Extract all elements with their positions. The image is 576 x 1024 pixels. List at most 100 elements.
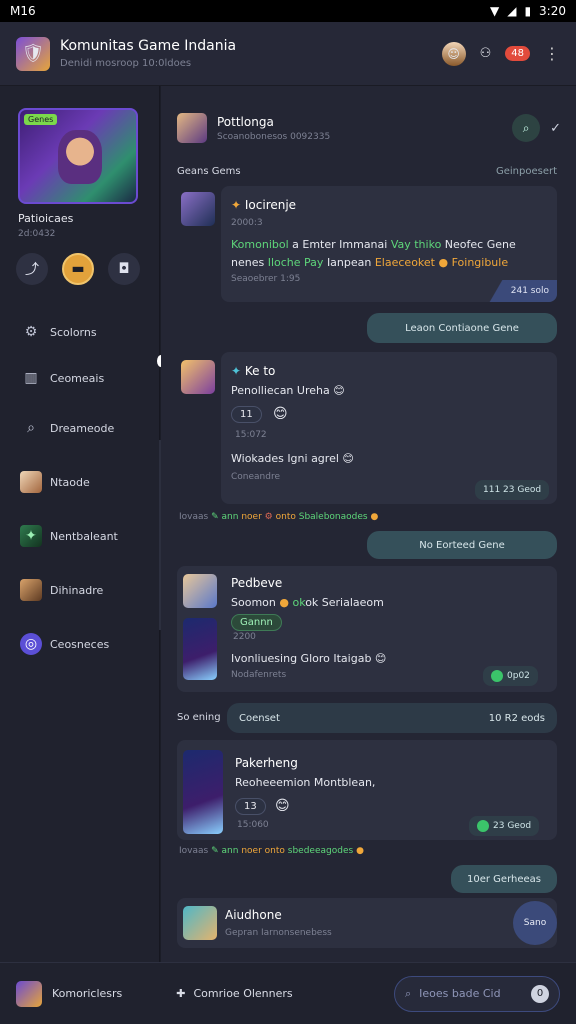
- search-icon[interactable]: ⌕: [512, 114, 541, 142]
- message-time: 2200: [233, 632, 256, 642]
- search-icon: ⌕: [405, 986, 412, 1000]
- message-line: Wiokades Igni agrel 😊: [231, 452, 354, 465]
- join-button[interactable]: Leaon Contiaone Gene: [367, 313, 557, 343]
- settings-icon: ⚙: [24, 324, 38, 340]
- signal-icon: ◢: [507, 4, 517, 18]
- message-avatar[interactable]: [183, 906, 217, 940]
- message-meta: 0p02: [483, 666, 538, 686]
- section-title: Geans Gems: [177, 166, 241, 177]
- channel-pill: Coenset: [239, 712, 280, 724]
- join-button[interactable]: 10er Gerheeas: [451, 865, 557, 893]
- message-line: nenes Iloche Pay Ianpean Elaeceoket ● Fo…: [231, 256, 509, 269]
- reaction-chip[interactable]: 13: [235, 798, 266, 815]
- section-link[interactable]: Geinpoesert: [496, 166, 557, 177]
- status-icons: ▼ ◢ ▮ 3:20: [490, 4, 566, 18]
- attached-image[interactable]: [183, 750, 223, 834]
- search-placeholder: Ieoes bade Cid: [419, 987, 501, 1000]
- message-card: Pakerheng Reoheeemion Montblean, 13 😊 15…: [177, 740, 557, 840]
- message-author: Pakerheng: [235, 756, 298, 770]
- message-card: Aiudhone Gepran Iarnonsenebess: [177, 898, 557, 948]
- message-line: Reoheeemion Montblean,: [235, 776, 376, 789]
- join-button[interactable]: No Eorteed Gene: [367, 531, 557, 559]
- sidebar-item-label: Ntaode: [50, 475, 90, 489]
- chat-panel: Pottlonga Scoanobonesos 0092335 ⌕ ✓ Gean…: [161, 86, 576, 962]
- bottom-mid-button[interactable]: ✚ Comrioe Olenners: [176, 987, 292, 1000]
- app-subtitle: Denidi mosroop 10:0ldoes: [60, 58, 192, 69]
- tag-chip[interactable]: Gannn: [231, 614, 282, 631]
- chat-avatar[interactable]: [177, 113, 207, 143]
- notification-badge[interactable]: 48: [505, 46, 530, 61]
- message-footer: Seaoebrer 1:95: [231, 274, 301, 284]
- attached-image[interactable]: [183, 618, 217, 680]
- status-bar: M16 ▼ ◢ ▮ 3:20: [0, 0, 576, 22]
- sidebar-item-label: Ceosneces: [50, 637, 110, 651]
- floating-action-button[interactable]: Sano: [513, 901, 557, 945]
- game-controller-icon: ✚: [176, 987, 186, 1000]
- sidebar-item-label: Dihinadre: [50, 583, 104, 597]
- channel-bar[interactable]: Coenset 10 R2 eods: [227, 703, 557, 733]
- message-author: Pedbeve: [231, 576, 283, 590]
- sidebar: Genes Patioicaes 2d:0432 ⤴ ▬ ◘ ⚙ Scolorns…: [0, 86, 160, 962]
- status-left: M16: [10, 4, 36, 18]
- app-bar: 🛡 Komunitas Game Indania Denidi mosroop …: [0, 22, 576, 86]
- message-time: 2000:3: [231, 218, 263, 228]
- search-icon: ⌕: [27, 420, 35, 436]
- system-line: Iovaas ✎ ann noer onto sbedeeagodes ●: [179, 846, 364, 856]
- sidebar-item-label: Nentbaleant: [50, 529, 118, 543]
- bottom-label[interactable]: Komoriclesrs: [52, 987, 122, 1000]
- bottom-bar: Komoriclesrs ✚ Comrioe Olenners ⌕ Ieoes …: [0, 962, 576, 1024]
- message-time: 15:072: [235, 430, 267, 440]
- bookmark-button[interactable]: ◘: [108, 253, 140, 285]
- community-hero-image[interactable]: Genes: [18, 108, 138, 204]
- sidebar-item-1[interactable]: ▥ Ceomeais: [0, 355, 159, 401]
- message-card: ✦ Ke to Penolliecan Ureha 😊 11 😊 15:072 …: [221, 352, 557, 504]
- status-dot-icon: [477, 820, 489, 832]
- community-sub: 2d:0432: [18, 229, 56, 239]
- hero-tag: Genes: [24, 114, 58, 125]
- collapse-icon[interactable]: ✓: [550, 121, 561, 136]
- sidebar-item-0[interactable]: ⚙ Scolorns: [0, 309, 159, 355]
- message-meta: 23 Geod: [469, 816, 540, 836]
- community-logo[interactable]: [16, 980, 42, 1007]
- smile-emoji-icon[interactable]: 😊: [273, 406, 288, 422]
- chat-button[interactable]: ▬: [62, 253, 94, 285]
- sidebar-nav: ⚙ Scolorns ▥ Ceomeais ⌕ Dreameode Ntaode ✦ N…: [0, 309, 159, 671]
- sidebar-item-4[interactable]: ✦ Nentbaleant: [0, 509, 159, 563]
- app-title: Komunitas Game Indania: [60, 38, 237, 54]
- sidebar-item-3[interactable]: Ntaode: [0, 455, 159, 509]
- message-line: Penolliecan Ureha 😊: [231, 384, 345, 397]
- search-bar[interactable]: ⌕ Ieoes bade Cid 0: [394, 975, 560, 1012]
- status-time: 3:20: [539, 4, 566, 18]
- system-line: Iovaas ✎ ann noer ⚙ onto Sbalebonaodes ●: [179, 512, 379, 522]
- profile-avatar[interactable]: ☺: [441, 41, 466, 66]
- hero-character: [58, 130, 102, 184]
- message-corner-tag: 241 solo: [485, 280, 557, 302]
- message-avatar[interactable]: [183, 574, 217, 608]
- share-button[interactable]: ⤴: [16, 253, 48, 285]
- avatar-image: [20, 471, 42, 493]
- app-logo[interactable]: 🛡: [16, 36, 50, 71]
- message-line: Ivonliuesing Gloro Itaigab 😊: [231, 652, 387, 665]
- chart-icon: ▥: [24, 370, 38, 386]
- sidebar-item-label: Scolorns: [50, 325, 97, 339]
- message-card: Pedbeve Soomon ● okok Serialaeom Gannn 2…: [177, 566, 557, 692]
- message-sub: Gepran Iarnonsenebess: [225, 928, 332, 938]
- message-avatar[interactable]: [181, 192, 215, 226]
- message-avatar[interactable]: [181, 360, 215, 394]
- message-time: 15:060: [237, 820, 269, 830]
- status-dot-icon: [491, 670, 503, 682]
- more-menu-icon[interactable]: ⋮: [544, 44, 560, 63]
- circle-icon: ◎: [20, 633, 42, 655]
- avatar-image: [20, 579, 42, 601]
- smile-emoji-icon[interactable]: 😊: [275, 798, 290, 814]
- message-author: ✦ Ke to: [231, 364, 276, 378]
- reaction-chip[interactable]: 11: [231, 406, 262, 423]
- sidebar-item-6[interactable]: ◎ Ceosneces: [0, 617, 159, 671]
- chat-title: Pottlonga: [217, 114, 274, 129]
- sidebar-item-2[interactable]: ⌕ Dreameode: [0, 401, 159, 455]
- people-icon[interactable]: ⚇: [480, 46, 492, 61]
- section-header: Geans Gems Geinpoesert: [177, 166, 557, 177]
- message-meta: 111 23 Geod: [475, 480, 550, 500]
- wifi-icon: ▼: [489, 4, 500, 18]
- sidebar-item-5[interactable]: Dihinadre: [0, 563, 159, 617]
